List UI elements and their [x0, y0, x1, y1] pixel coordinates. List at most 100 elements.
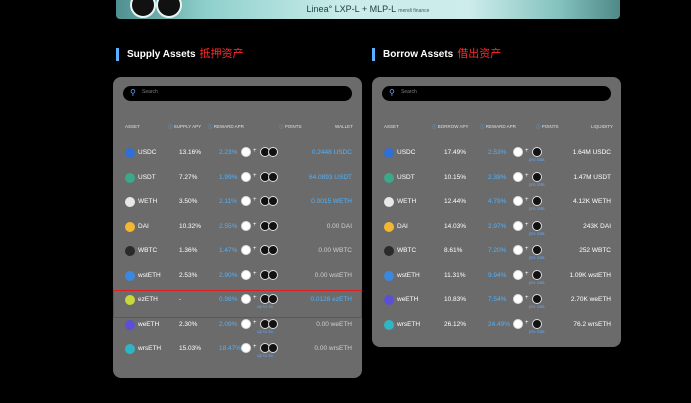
header-label: POINTS — [284, 124, 302, 129]
multiplier-note: pro rata — [529, 230, 545, 236]
plus-sign: + — [253, 148, 257, 154]
apy-value: 10.32% — [179, 222, 202, 230]
multiplier-note: pro rata — [529, 181, 545, 187]
reward-value: 9.94% — [488, 271, 507, 279]
usdc-icon — [125, 148, 135, 158]
wallet-balance: 64.0893 USDT — [309, 173, 352, 181]
header-points[interactable]: ⓘ POINTS — [536, 124, 559, 130]
supply-search-input[interactable]: ⚲ Search — [123, 86, 352, 101]
liquidity-value: 2.70K weETH — [570, 296, 611, 303]
points-token-icon — [268, 220, 278, 231]
supply-panel: ⚲ Search ASSET ⓘ SUPPLY APY ⓘ REWARD APR… — [113, 77, 362, 378]
reward-token-icon — [241, 196, 251, 206]
table-row[interactable]: USDT 10.15% 2.38% + pro rata 1.47M USDT — [372, 167, 621, 189]
table-row[interactable]: USDT 7.27% 1.99% +64.0893 USDT — [113, 167, 362, 189]
plus-sign: + — [525, 295, 529, 301]
table-row[interactable]: weETH 10.83% 7.54% + pro rata 2.70K weETH — [372, 289, 621, 311]
asset-name: weETH — [397, 296, 419, 303]
borrow-section-title: Borrow Assets 借出资产 — [372, 45, 501, 61]
multiplier-note: pro rata — [529, 157, 545, 162]
reward-token-icon — [241, 318, 251, 329]
asset-name: USDT — [397, 173, 415, 181]
apy-value: 7.27% — [179, 173, 198, 181]
apy-value: 11.31% — [444, 271, 466, 279]
asset-name: WBTC — [138, 247, 158, 254]
reward-value: 1.47% — [219, 247, 238, 254]
liquidity-value: 1.47M USDT — [573, 173, 611, 181]
reward-token-icon — [241, 245, 251, 255]
reward-token-icon — [241, 147, 251, 157]
table-row[interactable]: WBTC 8.61% 7.20% + pro rata 252 WBTC — [372, 240, 621, 262]
asset-name: weETH — [138, 320, 160, 328]
table-row[interactable]: WBTC 1.36% 1.47% +0.00 WBTC — [113, 240, 362, 262]
plus-sign: + — [253, 344, 257, 350]
points-token-icon — [532, 245, 542, 255]
apy-value: 13.16% — [179, 149, 202, 156]
wsteth-icon — [384, 270, 394, 281]
apy-value: 26.12% — [444, 320, 467, 328]
header-points[interactable]: ⓘ POINTS — [279, 124, 302, 130]
asset-name: WETH — [397, 198, 417, 205]
asset-name: DAI — [397, 222, 408, 230]
reward-value: 2.55% — [219, 222, 238, 230]
apy-value: 1.36% — [179, 247, 198, 254]
asset-name: wrsETH — [397, 320, 421, 328]
points-token-icon — [268, 245, 278, 255]
plus-sign: + — [253, 197, 257, 203]
plus-sign: + — [253, 246, 257, 252]
borrow-search-input[interactable]: ⚲ Search — [382, 86, 611, 101]
header-liquidity[interactable]: LIQUIDITY — [591, 124, 613, 129]
table-row[interactable]: DAI 14.03% 2.97% + pro rata 243K DAI — [372, 216, 621, 238]
header-reward-apr[interactable]: ⓘ REWARD APR — [208, 124, 244, 130]
wallet-balance: 0.00 DAI — [326, 222, 352, 230]
table-row[interactable]: wstETH 2.53% 2.90% +0.00 wstETH — [113, 265, 362, 287]
header-wallet[interactable]: WALLET — [335, 124, 353, 129]
header-borrow-apy[interactable]: ⓘ BORROW APY — [432, 124, 469, 130]
section-marker — [372, 47, 375, 61]
header-reward-apr[interactable]: ⓘ REWARD APR — [480, 124, 516, 130]
weeth-icon — [125, 319, 135, 330]
wallet-balance: 0.00 WBTC — [318, 247, 352, 254]
supply-title-zh: 抵押资产 — [199, 48, 244, 60]
reward-value: 2.90% — [219, 271, 238, 279]
header-label: SUPPLY APY — [173, 124, 202, 129]
wrseth-icon — [384, 319, 394, 330]
wallet-balance: 0.00 wstETH — [314, 271, 352, 279]
liquidity-value: 1.09K wstETH — [569, 271, 611, 279]
apy-value: 2.30% — [179, 320, 198, 328]
multiplier-note: up to 4x — [257, 328, 274, 334]
table-row[interactable]: wrsETH 15.03% 18.47% + up to 4x 0.00 wrsETH — [113, 338, 362, 360]
points-token-icon — [532, 220, 542, 231]
table-row[interactable]: USDC 13.16% 2.23% +0.2448 USDC — [113, 142, 362, 164]
asset-name: wrsETH — [138, 345, 162, 352]
reward-token-icon — [513, 269, 523, 280]
points-token-icon — [268, 269, 278, 280]
selection-highlight — [113, 290, 362, 318]
reward-token-icon — [513, 245, 523, 255]
header-asset[interactable]: ASSET — [384, 124, 399, 129]
table-row[interactable]: wstETH 11.31% 9.94% + pro rata 1.09K wstETH — [372, 265, 621, 287]
header-supply-apy[interactable]: ⓘ SUPPLY APY — [168, 124, 201, 130]
search-placeholder: Search — [401, 89, 417, 95]
promo-banner[interactable]: Linea° LXP-L + MLP-L mendi finance — [116, 0, 620, 19]
reward-value: 7.54% — [488, 296, 507, 303]
table-row[interactable]: USDC 17.49% 2.53% + pro rata 1.64M USDC — [372, 142, 621, 164]
reward-value: 4.79% — [488, 198, 507, 205]
apy-value: 3.50% — [179, 198, 198, 205]
asset-name: wstETH — [397, 271, 420, 279]
header-asset[interactable]: ASSET — [125, 124, 140, 129]
weth-icon — [384, 197, 394, 207]
asset-name: DAI — [138, 222, 149, 230]
asset-name: USDC — [397, 149, 416, 156]
table-row[interactable]: WETH 3.50% 2.11% +0.0015 WETH — [113, 191, 362, 213]
table-row[interactable]: wrsETH 26.12% 24.49% + pro rata 76.2 wrsETH — [372, 314, 621, 336]
reward-value: 2.23% — [219, 149, 238, 156]
reward-token-icon — [241, 343, 251, 353]
asset-name: USDC — [138, 149, 157, 156]
table-row[interactable]: WETH 12.44% 4.79% + pro rata 4.12K WETH — [372, 191, 621, 213]
points-token-icon — [268, 196, 278, 206]
reward-token-icon — [513, 196, 523, 206]
multiplier-note: pro rata — [529, 304, 545, 309]
reward-value: 2.11% — [219, 198, 237, 205]
table-row[interactable]: DAI 10.32% 2.55% +0.00 DAI — [113, 216, 362, 238]
